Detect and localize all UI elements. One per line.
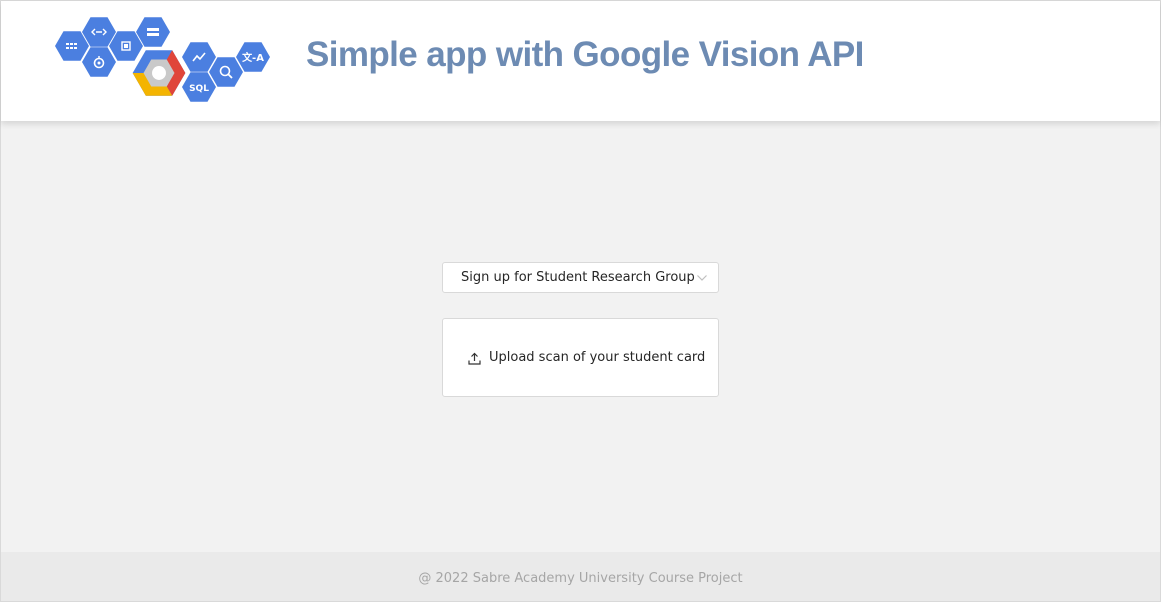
footer-text: @ 2022 Sabre Academy University Course P…	[418, 571, 743, 586]
chip-icon	[109, 31, 143, 61]
translate-icon: 文-A	[236, 42, 270, 72]
page-title: Simple app with Google Vision API	[306, 35, 864, 74]
app-page: 文-A SQL Simple app with Google Vision AP…	[0, 0, 1161, 602]
sql-text: SQL	[189, 84, 209, 94]
upload-label: Upload scan of your student card	[489, 350, 706, 365]
upload-icon	[468, 352, 481, 365]
storage-icon	[82, 47, 116, 77]
server-icon	[136, 17, 170, 47]
app-header: 文-A SQL Simple app with Google Vision AP…	[1, 1, 1160, 121]
page-footer: @ 2022 Sabre Academy University Course P…	[1, 552, 1160, 601]
chart-icon	[182, 42, 216, 72]
grid-icon	[55, 31, 89, 61]
analytics-icon	[209, 57, 243, 87]
sql-icon: SQL	[182, 72, 216, 102]
upload-student-card-button[interactable]: Upload scan of your student card	[442, 318, 719, 397]
google-cloud-logo: 文-A SQL	[55, 15, 273, 103]
chevron-down-icon	[697, 275, 707, 281]
group-select-value: Sign up for Student Research Group	[461, 270, 695, 285]
translate-text: 文-A	[242, 51, 264, 64]
cloud-core-icon	[132, 50, 186, 96]
group-select-dropdown[interactable]: Sign up for Student Research Group	[442, 262, 719, 293]
code-icon	[82, 17, 116, 47]
